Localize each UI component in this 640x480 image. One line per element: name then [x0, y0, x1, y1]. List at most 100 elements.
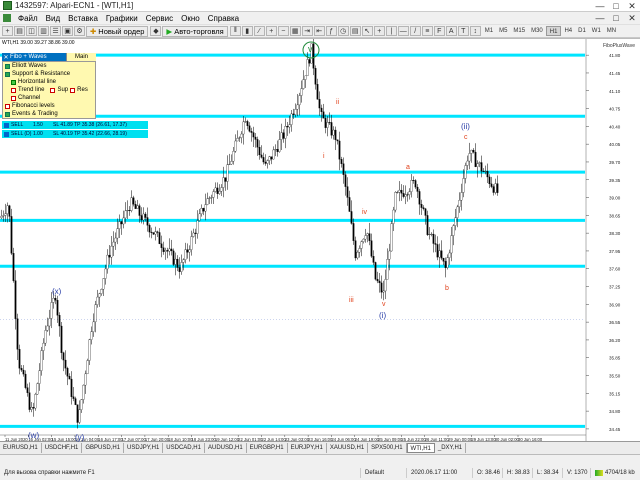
- tab-usdjpy[interactable]: USDJPY,H1: [124, 443, 164, 453]
- cursor-icon[interactable]: ↖: [361, 26, 373, 36]
- candle-body: [318, 99, 321, 109]
- candle-body: [244, 121, 247, 123]
- menu-view[interactable]: Вид: [42, 14, 64, 23]
- candle-body: [282, 132, 285, 139]
- candle-body: [202, 208, 205, 212]
- market-watch-icon[interactable]: ◫: [26, 26, 37, 36]
- autoscroll-icon[interactable]: ⇥: [301, 26, 313, 36]
- menu-window[interactable]: Окно: [177, 14, 204, 23]
- wave-label-w: (w): [28, 431, 40, 440]
- periods-icon[interactable]: ◷: [337, 26, 349, 36]
- line-chart-icon[interactable]: ⁄: [253, 26, 265, 36]
- new-order-button[interactable]: ✚ Новый ордер: [86, 25, 149, 37]
- tab-dxy[interactable]: _DXY,H1: [435, 443, 467, 453]
- wave-label-a: a: [406, 164, 410, 171]
- wave-label-b: b: [445, 285, 449, 292]
- tf-m30[interactable]: M30: [528, 26, 546, 36]
- chart-shift-icon[interactable]: ⇤: [313, 26, 325, 36]
- check-icon: [5, 63, 10, 69]
- candle-body: [422, 207, 425, 209]
- candle-body: [228, 163, 231, 165]
- templates-icon[interactable]: ▤: [349, 26, 361, 36]
- tab-xauusd[interactable]: XAUUSD,H1: [327, 443, 369, 453]
- tab-gbpusd[interactable]: GBPUSD,H1: [82, 443, 125, 453]
- indicators-icon[interactable]: ƒ: [325, 26, 337, 36]
- candle-body: [156, 231, 159, 233]
- menu-help[interactable]: Справка: [204, 14, 243, 23]
- status-traffic: 4704/18 kb: [590, 468, 640, 478]
- crosshair-icon[interactable]: +: [373, 26, 385, 36]
- tf-h1[interactable]: H1: [545, 26, 562, 36]
- price-chart[interactable]: 41.80 41.45 41.10 40.75 40.40 40.05 39.70 39.35…: [0, 39, 640, 442]
- zoom-out-icon[interactable]: −: [277, 26, 289, 36]
- close-button[interactable]: ✕: [624, 0, 640, 12]
- panel-elliott-waves[interactable]: Elliott Waves: [3, 62, 95, 70]
- candle-body: [106, 254, 109, 270]
- y-tick-label: 38.65: [609, 213, 621, 218]
- trendline-icon[interactable]: /: [409, 26, 421, 36]
- trade-row[interactable]: SELL (D) 1.00 SL 40.19 TP 35.42 (22.66, 28…: [2, 130, 148, 138]
- fibo-icon[interactable]: F: [433, 26, 445, 36]
- status-bar: Для вызова справки нажмите F1 Default 20…: [0, 454, 640, 480]
- panel-main-tab[interactable]: Main: [66, 53, 96, 61]
- autotrade-button[interactable]: ▶ Авто-торговля: [162, 25, 228, 37]
- vline-icon[interactable]: |: [385, 26, 397, 36]
- bar-chart-icon[interactable]: ⫴: [229, 26, 241, 36]
- arrows-icon[interactable]: ↕: [469, 26, 481, 36]
- new-chart-icon[interactable]: +: [2, 26, 13, 36]
- candle-body: [322, 111, 325, 119]
- menu-charts[interactable]: Графики: [102, 14, 142, 23]
- candle-body: [288, 124, 291, 128]
- data-window-icon[interactable]: ▥: [38, 26, 49, 36]
- tab-audusd[interactable]: AUDUSD,H1: [205, 443, 247, 453]
- maximize-button[interactable]: □: [608, 0, 624, 12]
- profiles-icon[interactable]: ▤: [14, 26, 25, 36]
- panel-horizontal-line[interactable]: Horizontal line: [3, 78, 95, 86]
- channel-icon[interactable]: ≡: [421, 26, 433, 36]
- tab-spx500[interactable]: SPX500,H1: [368, 443, 407, 453]
- terminal-icon[interactable]: ▣: [62, 26, 73, 36]
- child-maximize-button[interactable]: □: [608, 12, 624, 24]
- child-minimize-button[interactable]: —: [592, 12, 608, 24]
- zoom-in-icon[interactable]: +: [265, 26, 277, 36]
- panel-fibonacci-levels[interactable]: Fibonacci levels: [3, 102, 95, 110]
- menu-insert[interactable]: Вставка: [64, 14, 102, 23]
- tab-eurgbp[interactable]: EURGBP,H1: [247, 443, 288, 453]
- menu-file[interactable]: Файл: [14, 14, 42, 23]
- tf-w1[interactable]: W1: [589, 26, 604, 36]
- tab-eurjpy[interactable]: EURJPY,H1: [288, 443, 327, 453]
- tile-icon[interactable]: ▦: [289, 26, 301, 36]
- child-close-button[interactable]: ✕: [624, 12, 640, 24]
- menu-tools[interactable]: Сервис: [142, 14, 177, 23]
- tf-m1[interactable]: M1: [482, 26, 496, 36]
- panel-close-icon[interactable]: ✕: [2, 54, 10, 61]
- text-icon[interactable]: A: [445, 26, 457, 36]
- tf-m5[interactable]: M5: [496, 26, 510, 36]
- panel-trend-line[interactable]: Trend line Sup Res: [3, 86, 95, 94]
- tf-d1[interactable]: D1: [575, 26, 589, 36]
- panel-support-resistance[interactable]: Support & Resistance: [3, 70, 95, 78]
- chart-window[interactable]: WTI,H1 39.00 39.27 38.86 39.00 FiboPlusW…: [0, 38, 640, 442]
- label-icon[interactable]: T: [457, 26, 469, 36]
- hline-icon[interactable]: —: [397, 26, 409, 36]
- tab-usdcad[interactable]: USDCAD,H1: [163, 443, 205, 453]
- candle-body: [224, 177, 227, 182]
- tf-h4[interactable]: H4: [561, 26, 575, 36]
- y-tick-label: 35.85: [609, 356, 621, 361]
- navigator-icon[interactable]: ☰: [50, 26, 61, 36]
- tab-eurusd[interactable]: EURUSD,H1: [0, 443, 42, 453]
- panel-events-trading[interactable]: Events & Trading: [3, 110, 95, 118]
- candle-body: [488, 176, 491, 185]
- panel-channel[interactable]: Channel: [3, 94, 95, 102]
- tf-m15[interactable]: M15: [510, 26, 528, 36]
- candle-body: [232, 150, 235, 162]
- candle-body: [226, 164, 229, 182]
- candle-chart-icon[interactable]: ▮: [241, 26, 253, 36]
- trade-row[interactable]: SELL 1.50 SL 41.89 TP 35.38 (26.61, 17.37): [2, 121, 148, 129]
- tab-wti[interactable]: WTI,H1: [406, 443, 435, 453]
- tab-usdchf[interactable]: USDCHF,H1: [42, 443, 83, 453]
- minimize-button[interactable]: —: [592, 0, 608, 12]
- tester-icon[interactable]: ⚙: [74, 26, 85, 36]
- metaeditor-icon[interactable]: ◆: [150, 26, 162, 36]
- tf-mn[interactable]: MN: [604, 26, 619, 36]
